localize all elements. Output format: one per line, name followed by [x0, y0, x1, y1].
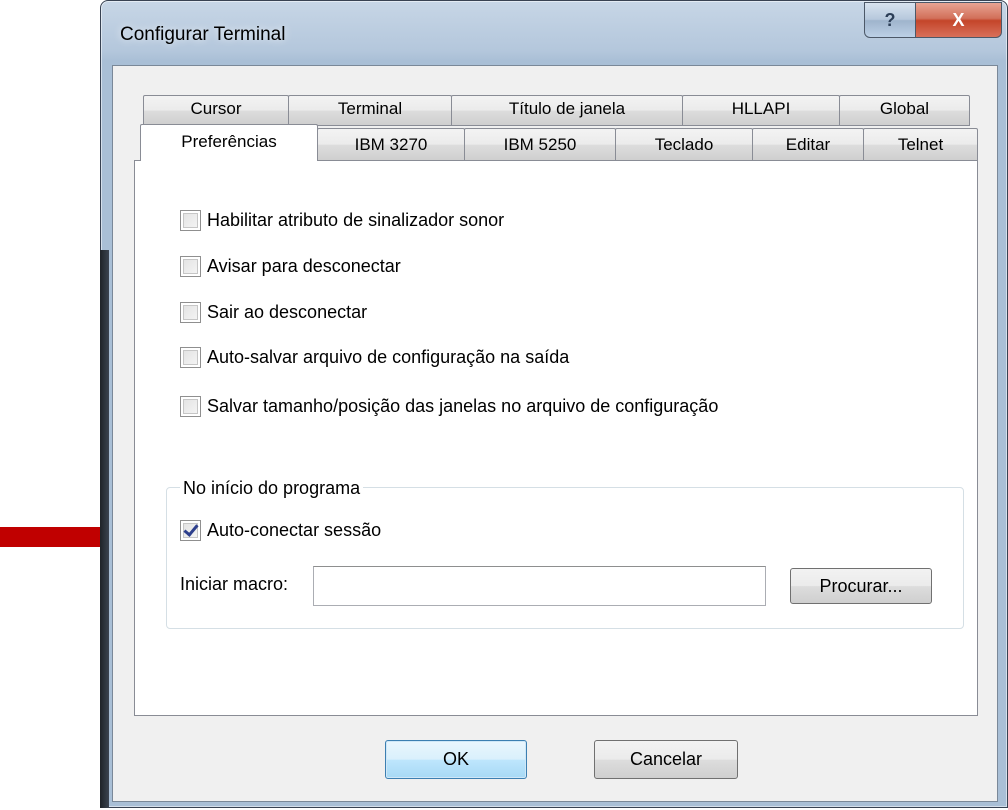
window-shadow-edge — [100, 250, 109, 808]
option-salvar-tamanho-posicao[interactable]: Salvar tamanho/posição das janelas no ar… — [180, 396, 718, 417]
tab-ibm-5250[interactable]: IBM 5250 — [464, 128, 616, 161]
checkbox-label: Sair ao desconectar — [207, 302, 368, 322]
tab-global[interactable]: Global — [839, 95, 970, 126]
tab-telnet[interactable]: Telnet — [863, 128, 978, 161]
startup-group-box — [166, 487, 964, 629]
window-title: Configurar Terminal — [120, 24, 286, 45]
caption-buttons: ? X — [864, 2, 1002, 38]
checkbox-label: Salvar tamanho/posição das janelas no ar… — [207, 396, 719, 416]
checkbox[interactable] — [180, 302, 201, 323]
help-button[interactable]: ? — [864, 2, 916, 38]
option-avisar-desconectar[interactable]: Avisar para desconectar — [180, 256, 401, 277]
option-habilitar-sinalizador[interactable]: Habilitar atributo de sinalizador sonor — [180, 210, 504, 231]
checkbox[interactable] — [180, 347, 201, 368]
tab-hllapi[interactable]: HLLAPI — [682, 95, 840, 126]
tab-titulo-de-janela[interactable]: Título de janela — [451, 95, 683, 126]
option-sair-desconectar[interactable]: Sair ao desconectar — [180, 302, 367, 323]
checkbox[interactable] — [180, 256, 201, 277]
checkbox-label: Avisar para desconectar — [207, 256, 401, 276]
tab-ibm-3270[interactable]: IBM 3270 — [317, 128, 465, 161]
browse-button[interactable]: Procurar... — [790, 568, 932, 604]
tab-teclado[interactable]: Teclado — [615, 128, 753, 161]
checkbox[interactable] — [180, 210, 201, 231]
startup-group-legend: No início do programa — [180, 478, 364, 499]
cancel-button[interactable]: Cancelar — [594, 740, 738, 779]
option-auto-salvar[interactable]: Auto-salvar arquivo de configuração na s… — [180, 347, 569, 368]
ok-button[interactable]: OK — [385, 740, 527, 779]
macro-label: Iniciar macro: — [180, 574, 289, 594]
checkbox-label: Auto-conectar sessão — [207, 520, 382, 540]
close-button[interactable]: X — [916, 2, 1002, 38]
tab-terminal[interactable]: Terminal — [288, 95, 452, 126]
checkbox-checked[interactable] — [180, 520, 201, 541]
tab-cursor[interactable]: Cursor — [143, 95, 289, 126]
checkbox[interactable] — [180, 396, 201, 417]
tab-editar[interactable]: Editar — [752, 128, 864, 161]
checkbox-label: Habilitar atributo de sinalizador sonor — [207, 210, 505, 230]
macro-input[interactable] — [313, 566, 766, 606]
option-auto-conectar-sessao[interactable]: Auto-conectar sessão — [180, 520, 381, 541]
tab-panel-preferencias — [134, 160, 978, 716]
tab-preferencias[interactable]: Preferências — [140, 124, 318, 161]
checkbox-label: Auto-salvar arquivo de configuração na s… — [207, 347, 570, 367]
